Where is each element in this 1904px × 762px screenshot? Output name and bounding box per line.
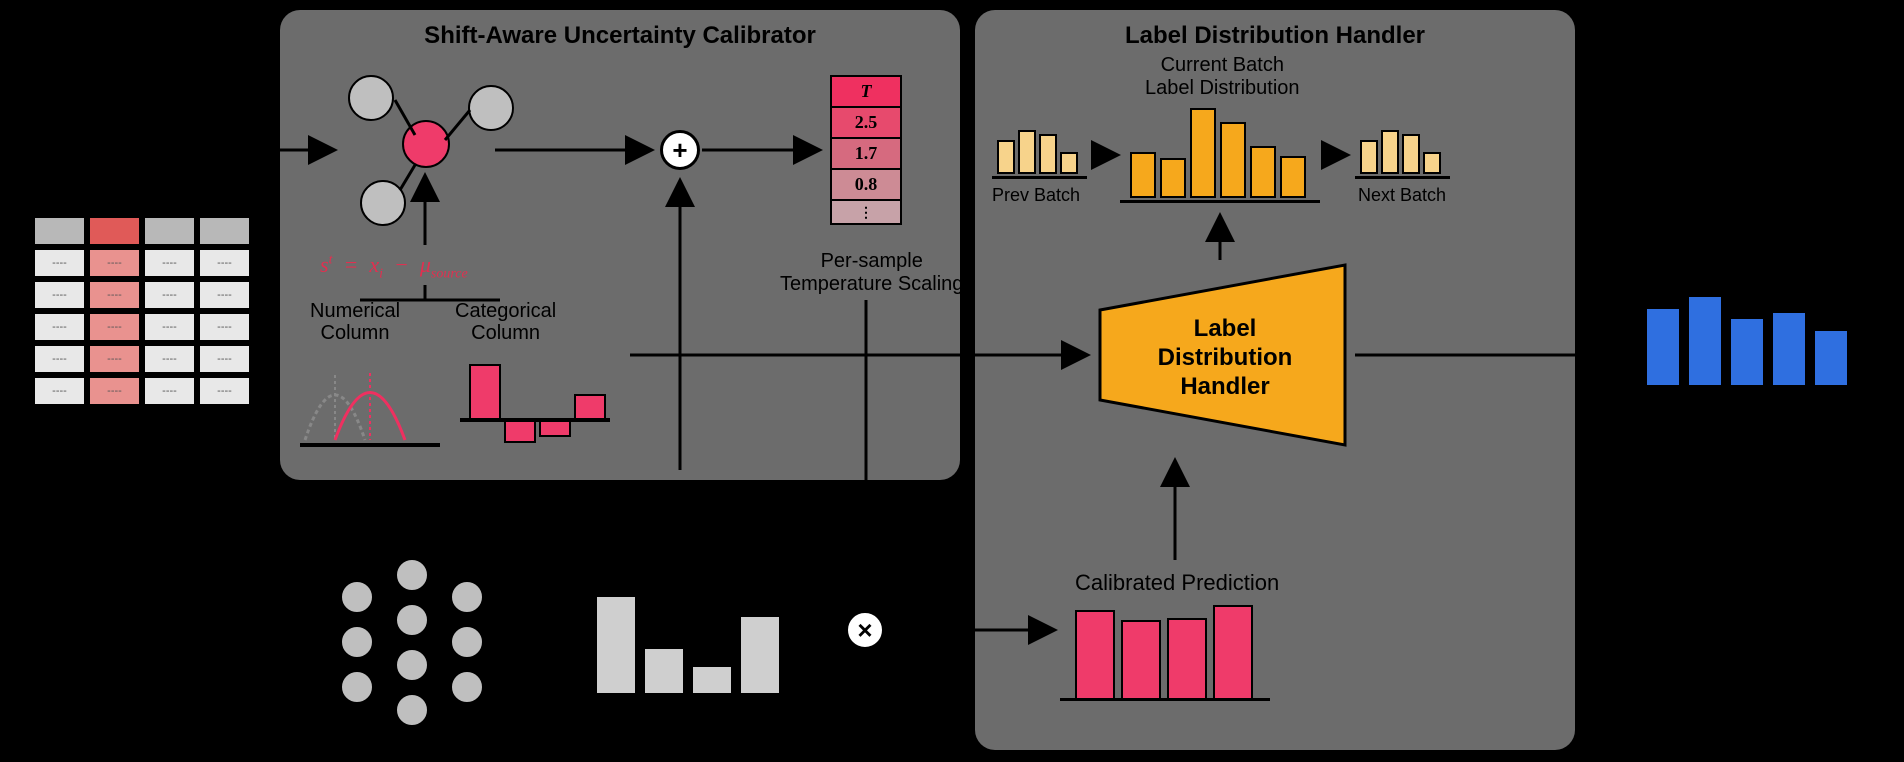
calibrated-label: Calibrated Prediction [1075,570,1279,596]
shift-formula: st = xi − μsource [320,252,468,282]
raw-output-bars [595,595,781,695]
next-batch-label: Next Batch [1358,185,1446,206]
handler-block-text: LabelDistributionHandler [1100,315,1350,401]
handler-title: Label Distribution Handler [1125,22,1425,50]
calibrator-title: Shift-Aware Uncertainty Calibrator [424,22,816,50]
next-batch-bars [1360,130,1441,174]
output-bars [1645,295,1849,387]
numerical-column-label: NumericalColumn [310,300,400,344]
current-batch-bars [1130,108,1306,198]
graph-node [360,180,406,226]
plus-op-icon: + [660,130,700,170]
graph-node-center [402,120,450,168]
prev-batch-bars [997,130,1078,174]
graph-node [468,85,514,131]
temp-caption: Per-sampleTemperature Scaling [780,250,963,296]
current-batch-label: Current BatchLabel Distribution [1145,54,1300,100]
prev-batch-label: Prev Batch [992,185,1080,206]
graph-node [348,75,394,121]
input-table: ---------------- ---------------- ------… [32,215,252,407]
temperature-table: T 2.5 1.7 0.8 ⋮ [830,75,902,225]
categorical-bars-icon [460,355,610,460]
multiply-op-icon: × [845,610,885,650]
numerical-dist-icon [300,355,440,455]
calibrated-bars [1075,605,1253,700]
categorical-column-label: CategoricalColumn [455,300,556,344]
